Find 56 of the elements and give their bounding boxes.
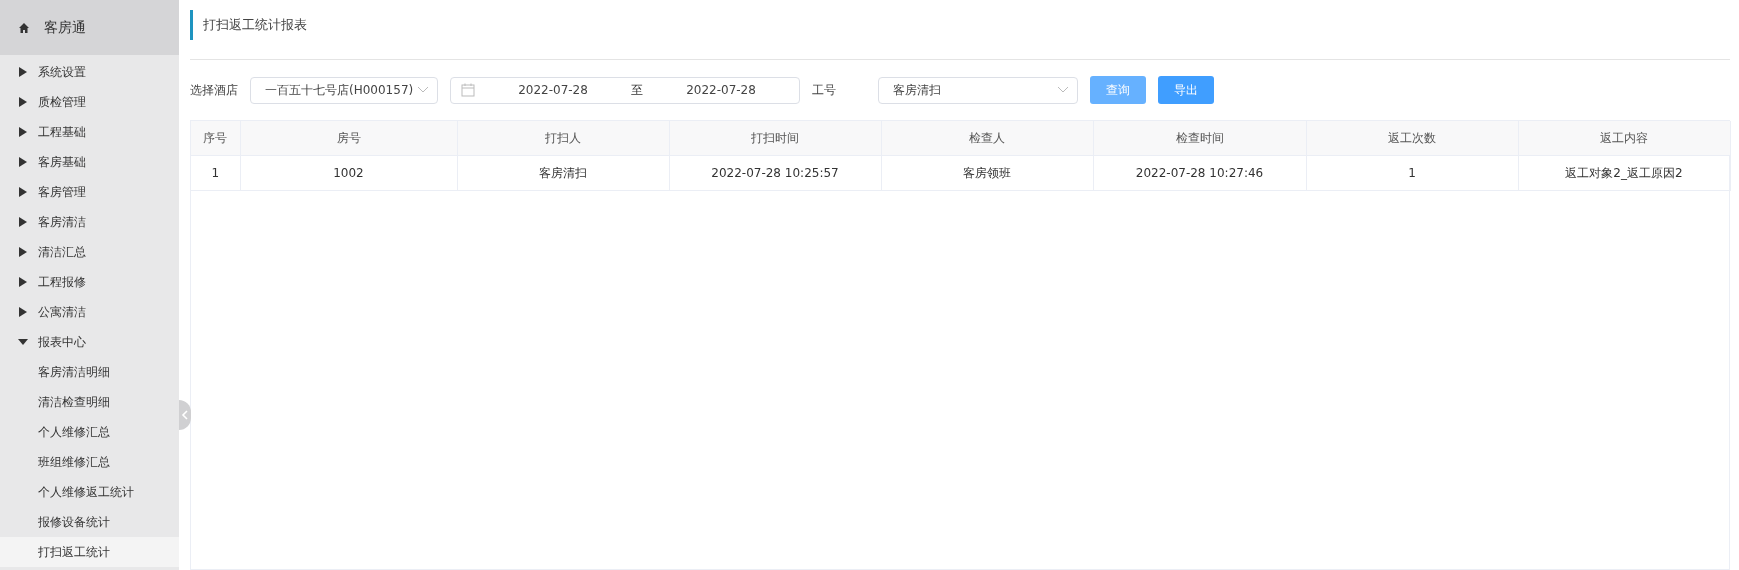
chevron-left-icon <box>181 410 189 420</box>
table-cell: 1 <box>191 155 240 191</box>
column-header: 返工内容 <box>1518 121 1730 156</box>
table-cell: 客房清扫 <box>457 155 669 191</box>
menu-label: 公寓清洁 <box>38 303 86 321</box>
table-cell: 1 <box>1306 155 1518 191</box>
column-header: 返工次数 <box>1306 121 1518 156</box>
staff-label: 工号 <box>812 81 836 99</box>
hotel-label: 选择酒店 <box>190 81 238 99</box>
column-header: 检查时间 <box>1093 121 1306 156</box>
table-cell: 2022-07-28 10:25:57 <box>669 155 881 191</box>
chevron-down-icon <box>1057 86 1069 94</box>
submenu-item[interactable]: 个人维修返工统计 <box>0 477 179 507</box>
column-header: 打扫时间 <box>669 121 881 156</box>
submenu-item[interactable]: 报修设备统计 <box>0 507 179 537</box>
menu-label: 客房基础 <box>38 153 86 171</box>
date-range-field[interactable]: 2022-07-28 至 2022-07-28 <box>450 76 800 104</box>
menu-item[interactable]: 客房清洁 <box>0 207 179 237</box>
menu-item[interactable]: 客房管理 <box>0 177 179 207</box>
column-header: 打扫人 <box>457 121 669 156</box>
home-icon <box>18 21 30 34</box>
menu-label: 清洁汇总 <box>38 243 86 261</box>
submenu-item[interactable]: 班组维修汇总 <box>0 447 179 477</box>
menu-label: 工程报修 <box>38 273 86 291</box>
menu-item[interactable]: 质检管理 <box>0 87 179 117</box>
submenu-item[interactable]: 清洁检查明细 <box>0 387 179 417</box>
menu-label: 客房管理 <box>38 183 86 201</box>
collapse-handle[interactable] <box>179 400 191 430</box>
column-header: 房号 <box>240 121 457 156</box>
menu-item[interactable]: 清洁汇总 <box>0 237 179 267</box>
column-header: 序号 <box>191 121 240 156</box>
staff-select[interactable]: 客房清扫 <box>878 76 1078 104</box>
menu-item[interactable]: 工程基础 <box>0 117 179 147</box>
menu-label: 报表中心 <box>38 333 86 351</box>
menu-label: 工程基础 <box>38 123 86 141</box>
menu-item[interactable]: 公寓清洁 <box>0 297 179 327</box>
submenu-item[interactable]: 个人维修汇总 <box>0 417 179 447</box>
menu-item[interactable]: 报表中心 <box>0 327 179 357</box>
menu-label: 客房清洁 <box>38 213 86 231</box>
submenu-item[interactable]: 打扫返工统计 <box>0 537 179 567</box>
table-cell: 返工对象2_返工原因2 <box>1518 155 1730 191</box>
menu-item[interactable]: 客房基础 <box>0 147 179 177</box>
hotel-select[interactable]: 一百五十七号店(H000157) <box>250 76 438 104</box>
table-cell: 2022-07-28 10:27:46 <box>1093 155 1306 191</box>
column-header: 检查人 <box>881 121 1093 156</box>
page-title: 打扫返工统计报表 <box>190 9 307 40</box>
menu-item[interactable]: 系统设置 <box>0 57 179 87</box>
chevron-down-icon <box>417 86 429 94</box>
menu-label: 质检管理 <box>38 93 86 111</box>
submenu-item[interactable]: 客房清洁明细 <box>0 357 179 387</box>
table-cell: 客房领班 <box>881 155 1093 191</box>
table-cell: 1002 <box>240 155 457 191</box>
menu-item[interactable]: 工程报修 <box>0 267 179 297</box>
app-title: 客房通 <box>44 18 86 37</box>
calendar-icon <box>461 83 475 97</box>
menu-label: 系统设置 <box>38 63 86 81</box>
